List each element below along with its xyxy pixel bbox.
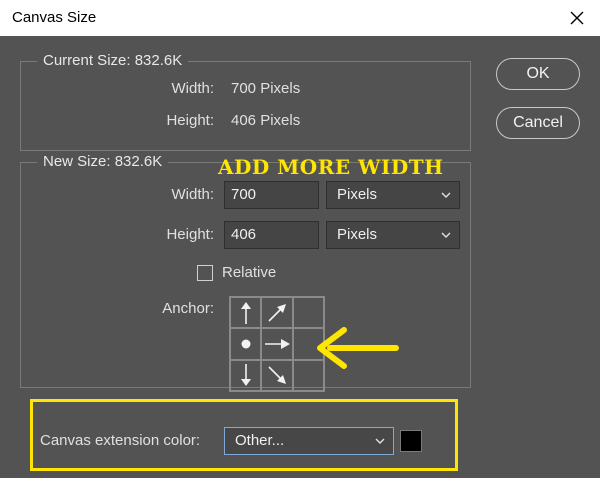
cancel-button-label: Cancel <box>513 114 563 131</box>
arrow-right-icon <box>264 338 290 349</box>
current-width-value: 700 Pixels <box>231 80 301 97</box>
relative-label[interactable]: Relative <box>222 264 276 281</box>
anchor-cell-bottom-center[interactable] <box>261 359 293 391</box>
close-button[interactable] <box>562 4 592 32</box>
chevron-down-icon <box>441 192 451 198</box>
width-unit-value: Pixels <box>337 186 378 203</box>
chevron-down-icon <box>375 438 385 444</box>
arrow-up-icon <box>240 301 251 324</box>
anchor-grid <box>229 296 325 392</box>
height-input[interactable]: 406 <box>224 221 319 249</box>
arrow-down-icon <box>240 364 251 387</box>
relative-checkbox[interactable] <box>197 265 213 281</box>
current-width-label: Width: <box>171 80 214 97</box>
arrow-down-right-icon <box>268 366 286 385</box>
anchor-cell-middle-left[interactable] <box>230 328 262 360</box>
arrow-up-right-icon <box>268 303 286 322</box>
new-height-label: Height: <box>166 226 214 243</box>
current-size-group <box>20 61 471 151</box>
anchor-cell-top-center[interactable] <box>261 297 293 329</box>
new-size-legend: New Size: 832.6K <box>37 153 169 170</box>
window-title: Canvas Size <box>12 9 97 26</box>
anchor-dot-icon <box>241 339 251 349</box>
height-input-value: 406 <box>231 226 257 243</box>
current-size-legend: Current Size: 832.6K <box>37 52 189 69</box>
height-unit-value: Pixels <box>337 226 378 243</box>
annotation-add-more-width: ADD MORE WIDTH <box>218 155 444 179</box>
close-icon <box>570 11 584 25</box>
new-width-label: Width: <box>171 186 214 203</box>
width-input-value: 700 <box>231 186 257 203</box>
extension-color-select[interactable]: Other... <box>224 427 394 455</box>
height-unit-select[interactable]: Pixels <box>326 221 460 249</box>
extension-color-label: Canvas extension color: <box>40 432 201 449</box>
ok-button[interactable]: OK <box>496 58 580 90</box>
width-unit-select[interactable]: Pixels <box>326 181 460 209</box>
annotation-arrow-icon <box>317 327 399 369</box>
width-input[interactable]: 700 <box>224 181 319 209</box>
extension-color-value: Other... <box>235 432 285 449</box>
current-height-value: 406 Pixels <box>231 112 301 129</box>
current-height-label: Height: <box>166 112 214 129</box>
ok-button-label: OK <box>526 65 550 82</box>
chevron-down-icon <box>441 232 451 238</box>
anchor-cell-bottom-left[interactable] <box>230 359 262 391</box>
anchor-cell-top-right[interactable] <box>292 297 324 329</box>
title-bar: Canvas Size <box>0 0 600 36</box>
anchor-cell-center[interactable] <box>261 328 293 360</box>
extension-color-swatch[interactable] <box>400 430 422 452</box>
anchor-label: Anchor: <box>162 300 214 317</box>
anchor-cell-top-left[interactable] <box>230 297 262 329</box>
cancel-button[interactable]: Cancel <box>496 107 580 139</box>
